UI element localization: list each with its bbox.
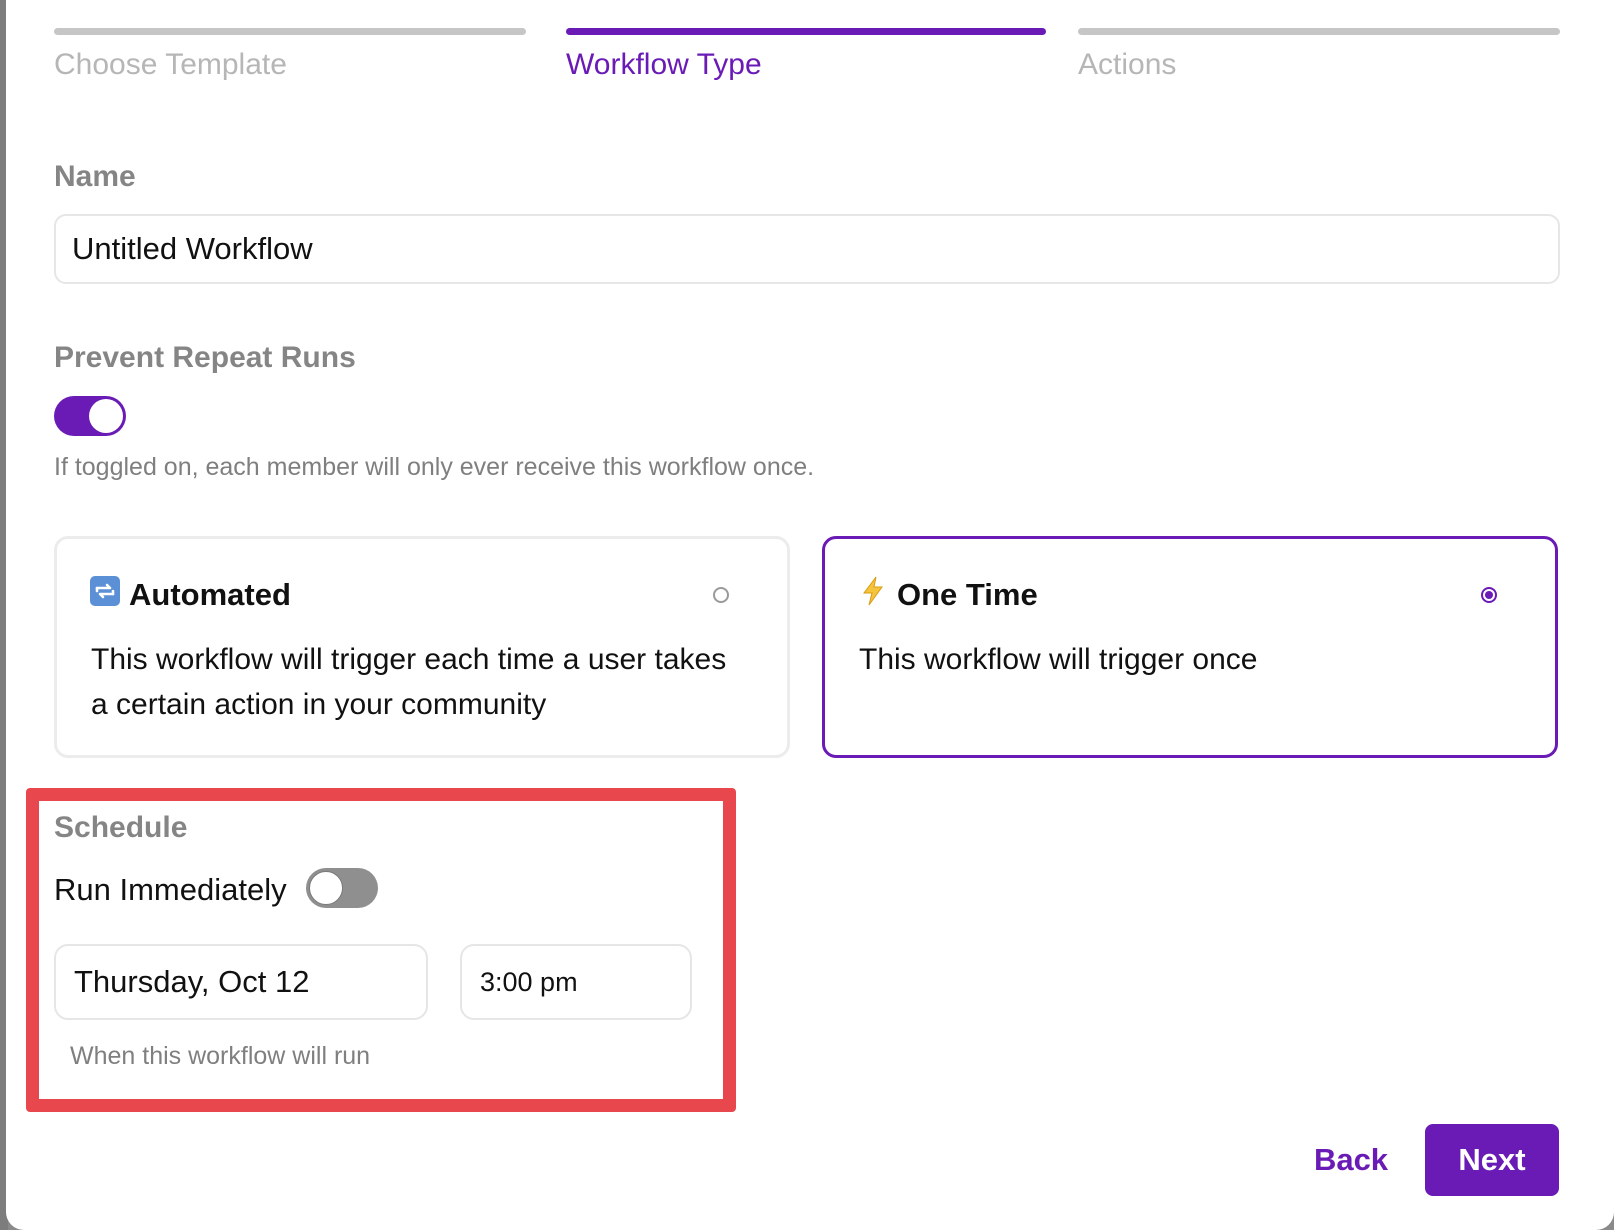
back-button[interactable]: Back [1296, 1124, 1406, 1196]
workflow-type-card-one-time[interactable]: One Time This workflow will trigger once [822, 536, 1558, 758]
step-actions[interactable]: Actions [1078, 48, 1176, 82]
schedule-time-picker[interactable]: 3:00 pm [460, 944, 692, 1020]
lightning-icon [863, 576, 883, 606]
card-description-automated: This workflow will trigger each time a u… [91, 643, 727, 721]
workflow-modal: Choose Template Workflow Type Actions Na… [6, 0, 1614, 1230]
prevent-repeat-toggle[interactable] [54, 396, 126, 436]
schedule-date-picker[interactable]: Thursday, Oct 12 [54, 944, 428, 1020]
step-progress-bar-actions [1078, 28, 1560, 35]
card-title-one-time: One Time [897, 577, 1038, 612]
schedule-help: When this workflow will run [70, 1042, 371, 1070]
step-choose-template[interactable]: Choose Template [54, 48, 287, 82]
schedule-date-value: Thursday, Oct 12 [74, 964, 310, 999]
name-input[interactable] [54, 214, 1560, 284]
workflow-type-card-automated[interactable]: Automated This workflow will trigger eac… [54, 536, 790, 758]
schedule-time-value: 3:00 pm [480, 966, 578, 997]
repeat-icon [90, 576, 120, 606]
step-workflow-type[interactable]: Workflow Type [566, 48, 762, 82]
toggle-knob [89, 399, 123, 433]
card-title-automated: Automated [129, 577, 291, 612]
prevent-repeat-help: If toggled on, each member will only eve… [54, 453, 815, 481]
radio-one-time[interactable] [1481, 587, 1497, 603]
card-description-one-time: This workflow will trigger once [859, 643, 1258, 676]
step-progress-bar-choose-template [54, 28, 526, 35]
schedule-label: Schedule [54, 811, 188, 844]
toggle-knob [309, 871, 343, 905]
step-progress-bar-workflow-type [566, 28, 1046, 35]
name-label: Name [54, 160, 136, 193]
next-button[interactable]: Next [1425, 1124, 1559, 1196]
run-immediately-toggle[interactable] [306, 868, 378, 908]
prevent-repeat-label: Prevent Repeat Runs [54, 341, 356, 374]
radio-automated[interactable] [713, 587, 729, 603]
run-immediately-label: Run Immediately [54, 872, 287, 907]
